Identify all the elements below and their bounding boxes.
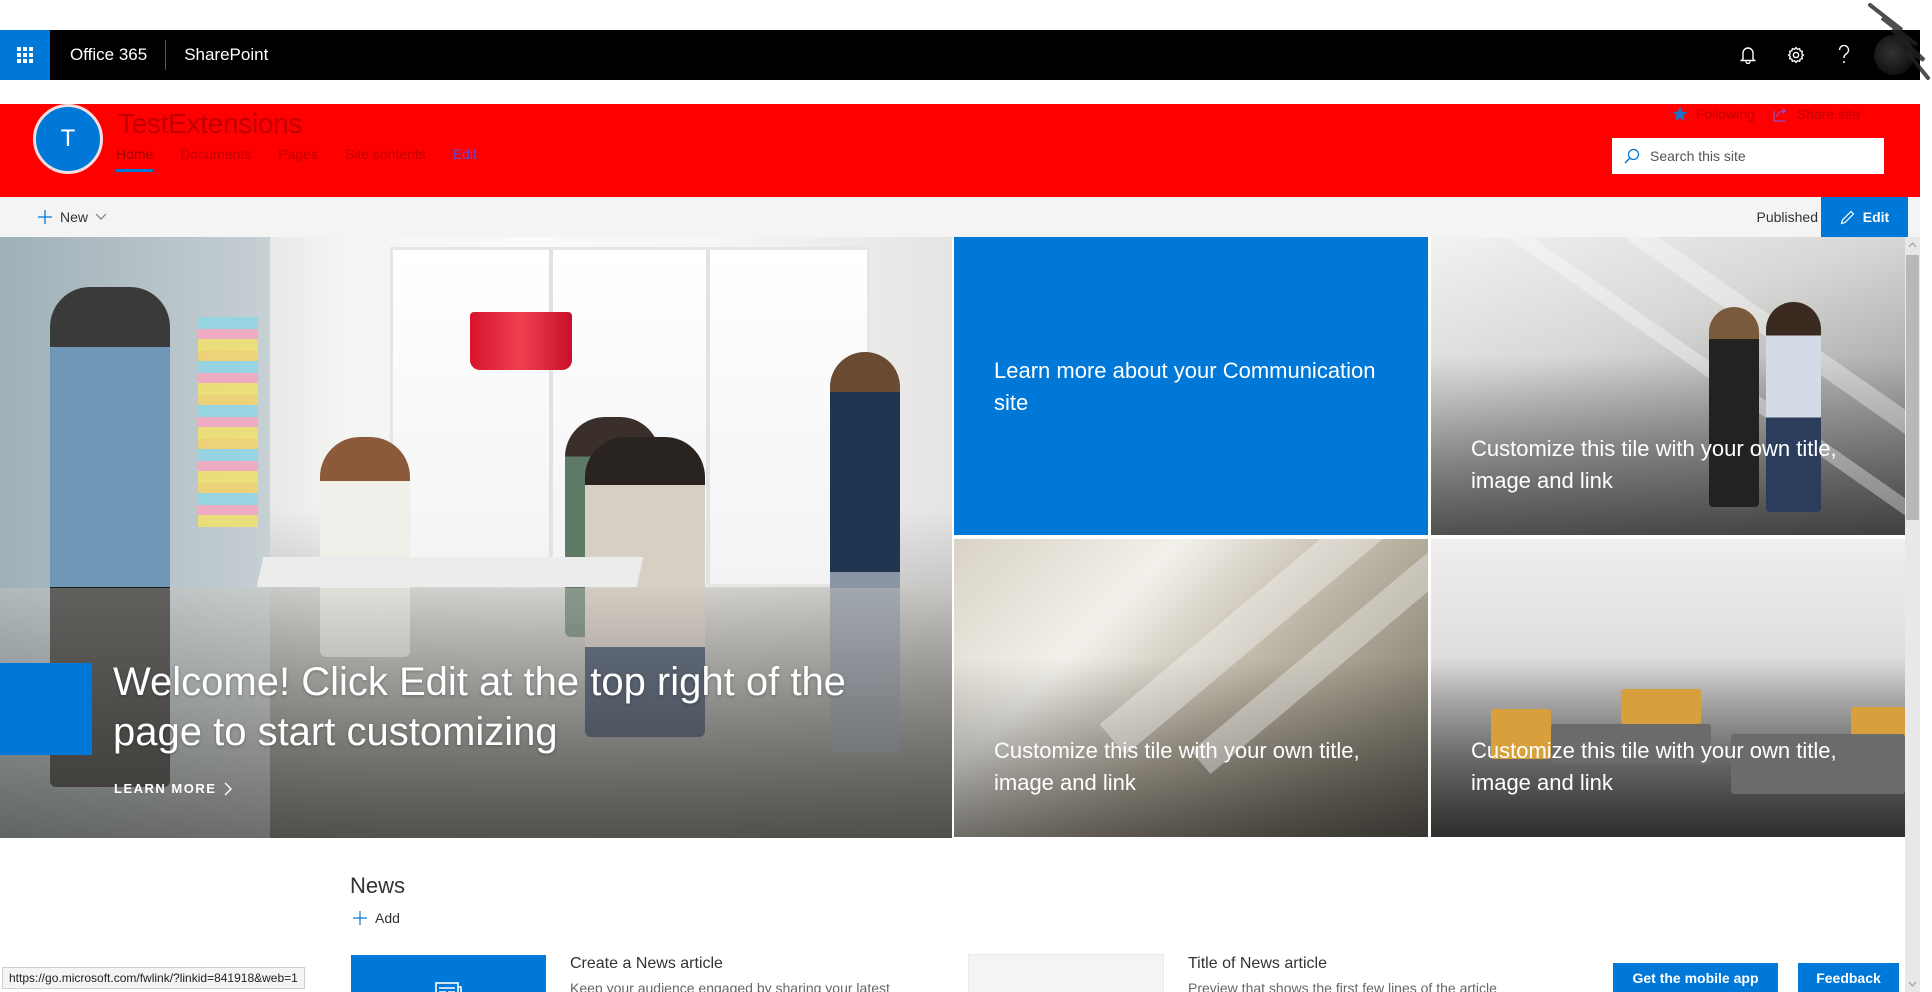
nav-edit-link[interactable]: Edit (453, 146, 477, 168)
nav-site-contents[interactable]: Site contents (345, 146, 426, 168)
settings-button[interactable] (1772, 30, 1820, 80)
nav-pages[interactable]: Pages (278, 146, 318, 168)
app-launcher-button[interactable] (0, 30, 50, 80)
tile-text: Customize this tile with your own title,… (1471, 738, 1837, 795)
hero-accent-block (0, 663, 92, 755)
hero-image-lamp (470, 312, 572, 370)
share-site-button[interactable]: Share site (1773, 106, 1860, 122)
edit-label: Edit (1862, 209, 1890, 225)
news-item-thumbnail[interactable] (968, 954, 1164, 992)
user-avatar[interactable] (1874, 35, 1914, 75)
news-item-title[interactable]: Title of News article (1188, 955, 1327, 973)
search-icon (1624, 148, 1640, 164)
chevron-down-icon (95, 213, 107, 220)
site-search-input[interactable] (1650, 148, 1870, 164)
following-label: Following (1695, 106, 1755, 122)
suite-bar-actions (1724, 30, 1920, 80)
scroll-thumb[interactable] (1906, 255, 1919, 520)
help-button[interactable] (1820, 30, 1868, 80)
learn-more-link[interactable]: LEARN MORE (114, 781, 233, 796)
office365-link[interactable]: Office 365 (50, 40, 165, 70)
edit-page-button[interactable]: Edit (1821, 197, 1908, 237)
hero-tile-communication-site[interactable]: Learn more about your Communication site (954, 237, 1428, 535)
gear-icon (1787, 46, 1805, 64)
news-item-thumbnail[interactable] (351, 955, 546, 992)
news-icon (435, 982, 462, 992)
learn-more-label: LEARN MORE (114, 781, 217, 796)
plus-icon (38, 210, 52, 224)
hero-main-tile[interactable]: Welcome! Click Edit at the top right of … (0, 237, 952, 838)
sharepoint-link[interactable]: SharePoint (166, 40, 286, 70)
site-title[interactable]: TestExtensions (118, 108, 302, 140)
status-bar-url: https://go.microsoft.com/fwlink/?linkid=… (2, 967, 305, 989)
nav-documents[interactable]: Documents (180, 146, 251, 168)
hero-tile-customize[interactable]: Customize this tile with your own title,… (1431, 539, 1905, 837)
site-actions: Following Share site (1654, 106, 1860, 122)
hero-title: Welcome! Click Edit at the top right of … (113, 660, 846, 754)
scroll-down-button[interactable] (1905, 976, 1920, 992)
site-navigation: Home Documents Pages Site contents Edit (116, 146, 504, 172)
following-button[interactable]: Following (1672, 106, 1755, 122)
tile-text: Customize this tile with your own title,… (1471, 436, 1837, 493)
help-icon (1838, 45, 1850, 63)
hero-web-part: Welcome! Click Edit at the top right of … (0, 237, 1905, 838)
page-scrollbar[interactable] (1905, 237, 1920, 992)
feedback-button[interactable]: Feedback (1798, 963, 1899, 992)
scroll-up-button[interactable] (1905, 237, 1920, 253)
get-mobile-app-button[interactable]: Get the mobile app (1613, 963, 1778, 992)
notifications-button[interactable] (1724, 30, 1772, 80)
news-item-description: Preview that shows the first few lines o… (1188, 980, 1497, 992)
pencil-icon (1840, 210, 1855, 224)
star-icon (1672, 106, 1688, 121)
chevron-up-icon (1908, 242, 1917, 248)
site-search-box[interactable] (1612, 138, 1884, 174)
news-add-label: Add (375, 910, 400, 926)
tile-image-sofa (1621, 689, 1701, 724)
suite-bar: Office 365 SharePoint (0, 30, 1920, 80)
chevron-right-icon (224, 782, 233, 795)
hero-tile-customize[interactable]: Customize this tile with your own title,… (1431, 237, 1905, 535)
new-button[interactable]: New (38, 197, 107, 237)
plus-icon (353, 911, 367, 925)
page-status: Published (1756, 209, 1819, 225)
hero-tile-customize[interactable]: Customize this tile with your own title,… (954, 539, 1428, 837)
nav-home[interactable]: Home (116, 146, 154, 172)
news-section-title: News (350, 873, 406, 898)
tile-text: Learn more about your Communication site (994, 358, 1376, 415)
new-label: New (60, 209, 89, 225)
site-header: T TestExtensions Home Documents Pages Si… (0, 104, 1920, 197)
chevron-down-icon (1908, 981, 1917, 987)
share-site-label: Share site (1796, 106, 1860, 122)
news-item-title[interactable]: Create a News article (570, 955, 723, 973)
hero-image-sticky-notes (198, 317, 258, 527)
command-bar: New Published Edit (0, 197, 1920, 237)
site-logo[interactable]: T (33, 104, 103, 174)
news-item-description: Keep your audience engaged by sharing yo… (570, 980, 890, 992)
hero-image-table (256, 557, 644, 587)
bell-icon (1740, 47, 1756, 64)
waffle-icon (17, 47, 33, 63)
share-icon (1773, 108, 1787, 122)
tile-text: Customize this tile with your own title,… (994, 738, 1360, 795)
news-add-button[interactable]: Add (353, 910, 400, 926)
